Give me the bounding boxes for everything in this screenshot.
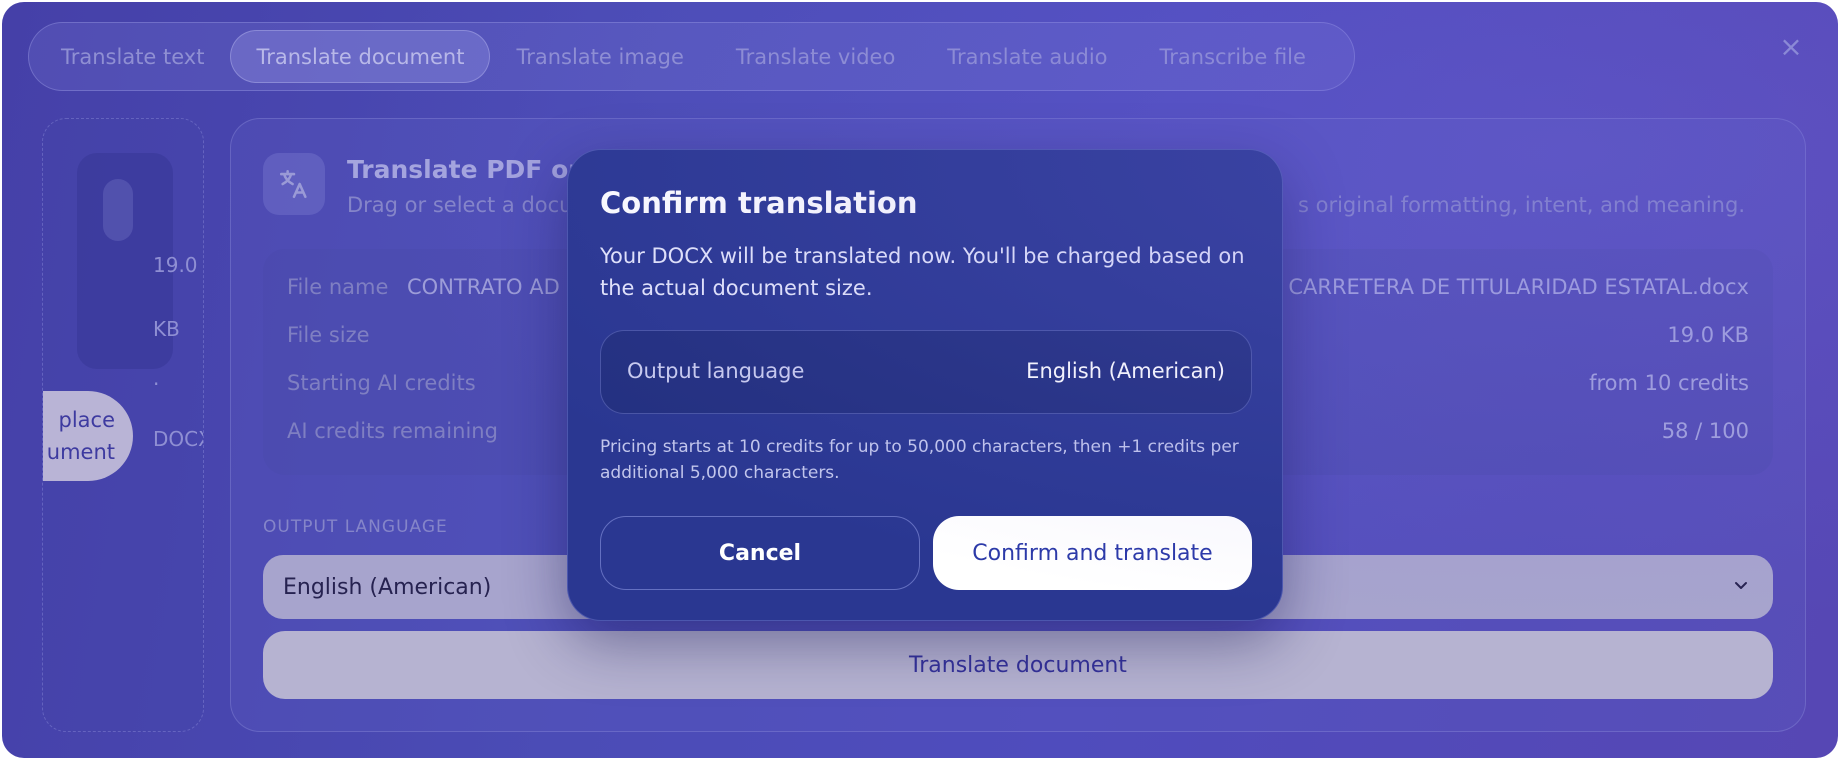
tab-translate-document[interactable]: Translate document — [230, 30, 491, 83]
tab-translate-text[interactable]: Translate text — [35, 30, 230, 83]
tab-translate-audio[interactable]: Translate audio — [921, 30, 1133, 83]
file-size-unit: KB — [153, 317, 180, 341]
modal-title: Confirm translation — [600, 186, 918, 220]
close-icon[interactable]: × — [1776, 32, 1806, 62]
starting-credits-value: from 10 credits — [1589, 371, 1749, 395]
file-name-label: File name — [287, 275, 389, 299]
card-subtitle-end: s original formatting, intent, and meani… — [1298, 193, 1745, 217]
mode-tabs: Translate text Translate document Transl… — [28, 22, 1355, 91]
confirm-translation-modal: Confirm translation Your DOCX will be tr… — [567, 149, 1283, 621]
tab-transcribe-file[interactable]: Transcribe file — [1134, 30, 1332, 83]
translate-document-button[interactable]: Translate document — [263, 631, 1773, 699]
file-name-value: CONTRATO AD — [407, 275, 560, 299]
credits-remaining-value: 58 / 100 — [1661, 419, 1749, 443]
tab-translate-video[interactable]: Translate video — [710, 30, 921, 83]
tab-translate-image[interactable]: Translate image — [490, 30, 709, 83]
output-language-label: Output language — [627, 359, 805, 383]
cancel-button[interactable]: Cancel — [600, 516, 920, 590]
replace-label-line1: place — [58, 408, 116, 432]
chevron-down-icon — [1735, 582, 1747, 589]
replace-label-line2: ument — [46, 440, 115, 464]
card-subtitle: Drag or select a docu — [347, 193, 573, 217]
file-preview-column: 19.0 KB · DOCX place ument — [42, 118, 204, 732]
meta-separator: · — [153, 372, 160, 396]
file-name-value-end: CARRETERA DE TITULARIDAD ESTATAL.docx — [1288, 275, 1749, 299]
pricing-note: Pricing starts at 10 credits for up to 5… — [600, 437, 1239, 483]
file-size-label: File size — [287, 323, 370, 347]
translate-icon — [263, 153, 325, 215]
confirm-and-translate-button[interactable]: Confirm and translate — [933, 516, 1252, 590]
selected-language: English (American) — [283, 574, 492, 600]
credits-remaining-label: AI credits remaining — [287, 419, 498, 443]
starting-credits-label: Starting AI credits — [287, 371, 476, 395]
output-language-section-label: OUTPUT LANGUAGE — [263, 517, 448, 537]
output-language-value: English (American) — [1026, 359, 1225, 383]
translate-dialog-backdrop: Translate text Translate document Transl… — [2, 2, 1838, 758]
file-meta: 19.0 KB · DOCX — [153, 217, 203, 487]
file-icon — [103, 179, 133, 241]
file-type: DOCX — [153, 427, 203, 451]
file-size-value: 19.0 KB — [1667, 323, 1749, 347]
file-size-number: 19.0 — [153, 253, 198, 277]
modal-description: Your DOCX will be translated now. You'll… — [600, 244, 1245, 300]
output-language-summary: Output language English (American) — [600, 330, 1252, 414]
replace-document-button[interactable]: place ument — [43, 391, 133, 481]
